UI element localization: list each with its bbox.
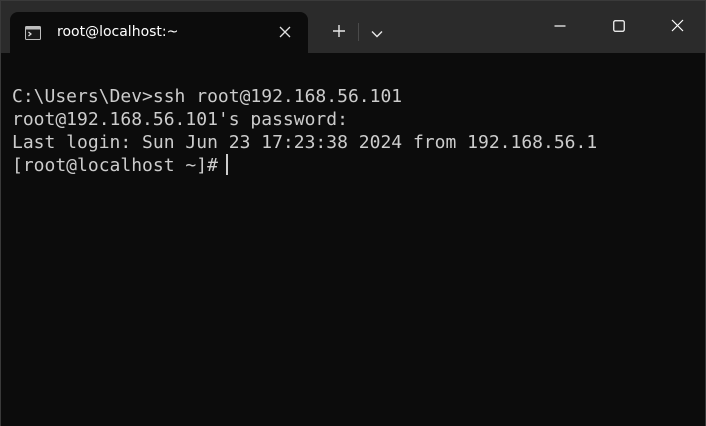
prompt-line: [root@localhost ~]# — [12, 154, 705, 177]
title-bar[interactable]: root@localhost:~ — [1, 1, 705, 53]
tab-title: root@localhost:~ — [57, 24, 179, 40]
maximize-icon — [613, 17, 625, 36]
tab-active[interactable]: root@localhost:~ — [10, 12, 308, 53]
maximize-button[interactable] — [590, 1, 648, 51]
terminal-output[interactable]: C:\Users\Dev>ssh root@192.168.56.101 roo… — [1, 53, 705, 426]
close-icon — [671, 17, 684, 36]
new-tab-button[interactable] — [322, 16, 356, 48]
terminal-line: Last login: Sun Jun 23 17:23:38 2024 fro… — [12, 132, 598, 153]
close-icon[interactable] — [276, 23, 294, 41]
text-cursor — [225, 154, 228, 175]
minimize-icon — [554, 17, 566, 36]
tab-dropdown-button[interactable] — [360, 16, 394, 48]
terminal-window: root@localhost:~ C:\Users\Dev>ssh root@1… — [0, 0, 706, 426]
toolbar-separator — [358, 23, 359, 41]
terminal-icon — [25, 25, 41, 40]
minimize-button[interactable] — [531, 1, 589, 51]
terminal-line: C:\Users\Dev>ssh root@192.168.56.101 — [12, 86, 403, 107]
plus-icon — [332, 23, 346, 42]
shell-prompt: [root@localhost ~]# — [12, 155, 218, 176]
terminal-line: root@192.168.56.101's password: — [12, 109, 348, 130]
chevron-down-icon — [371, 23, 383, 42]
close-window-button[interactable] — [648, 1, 706, 51]
